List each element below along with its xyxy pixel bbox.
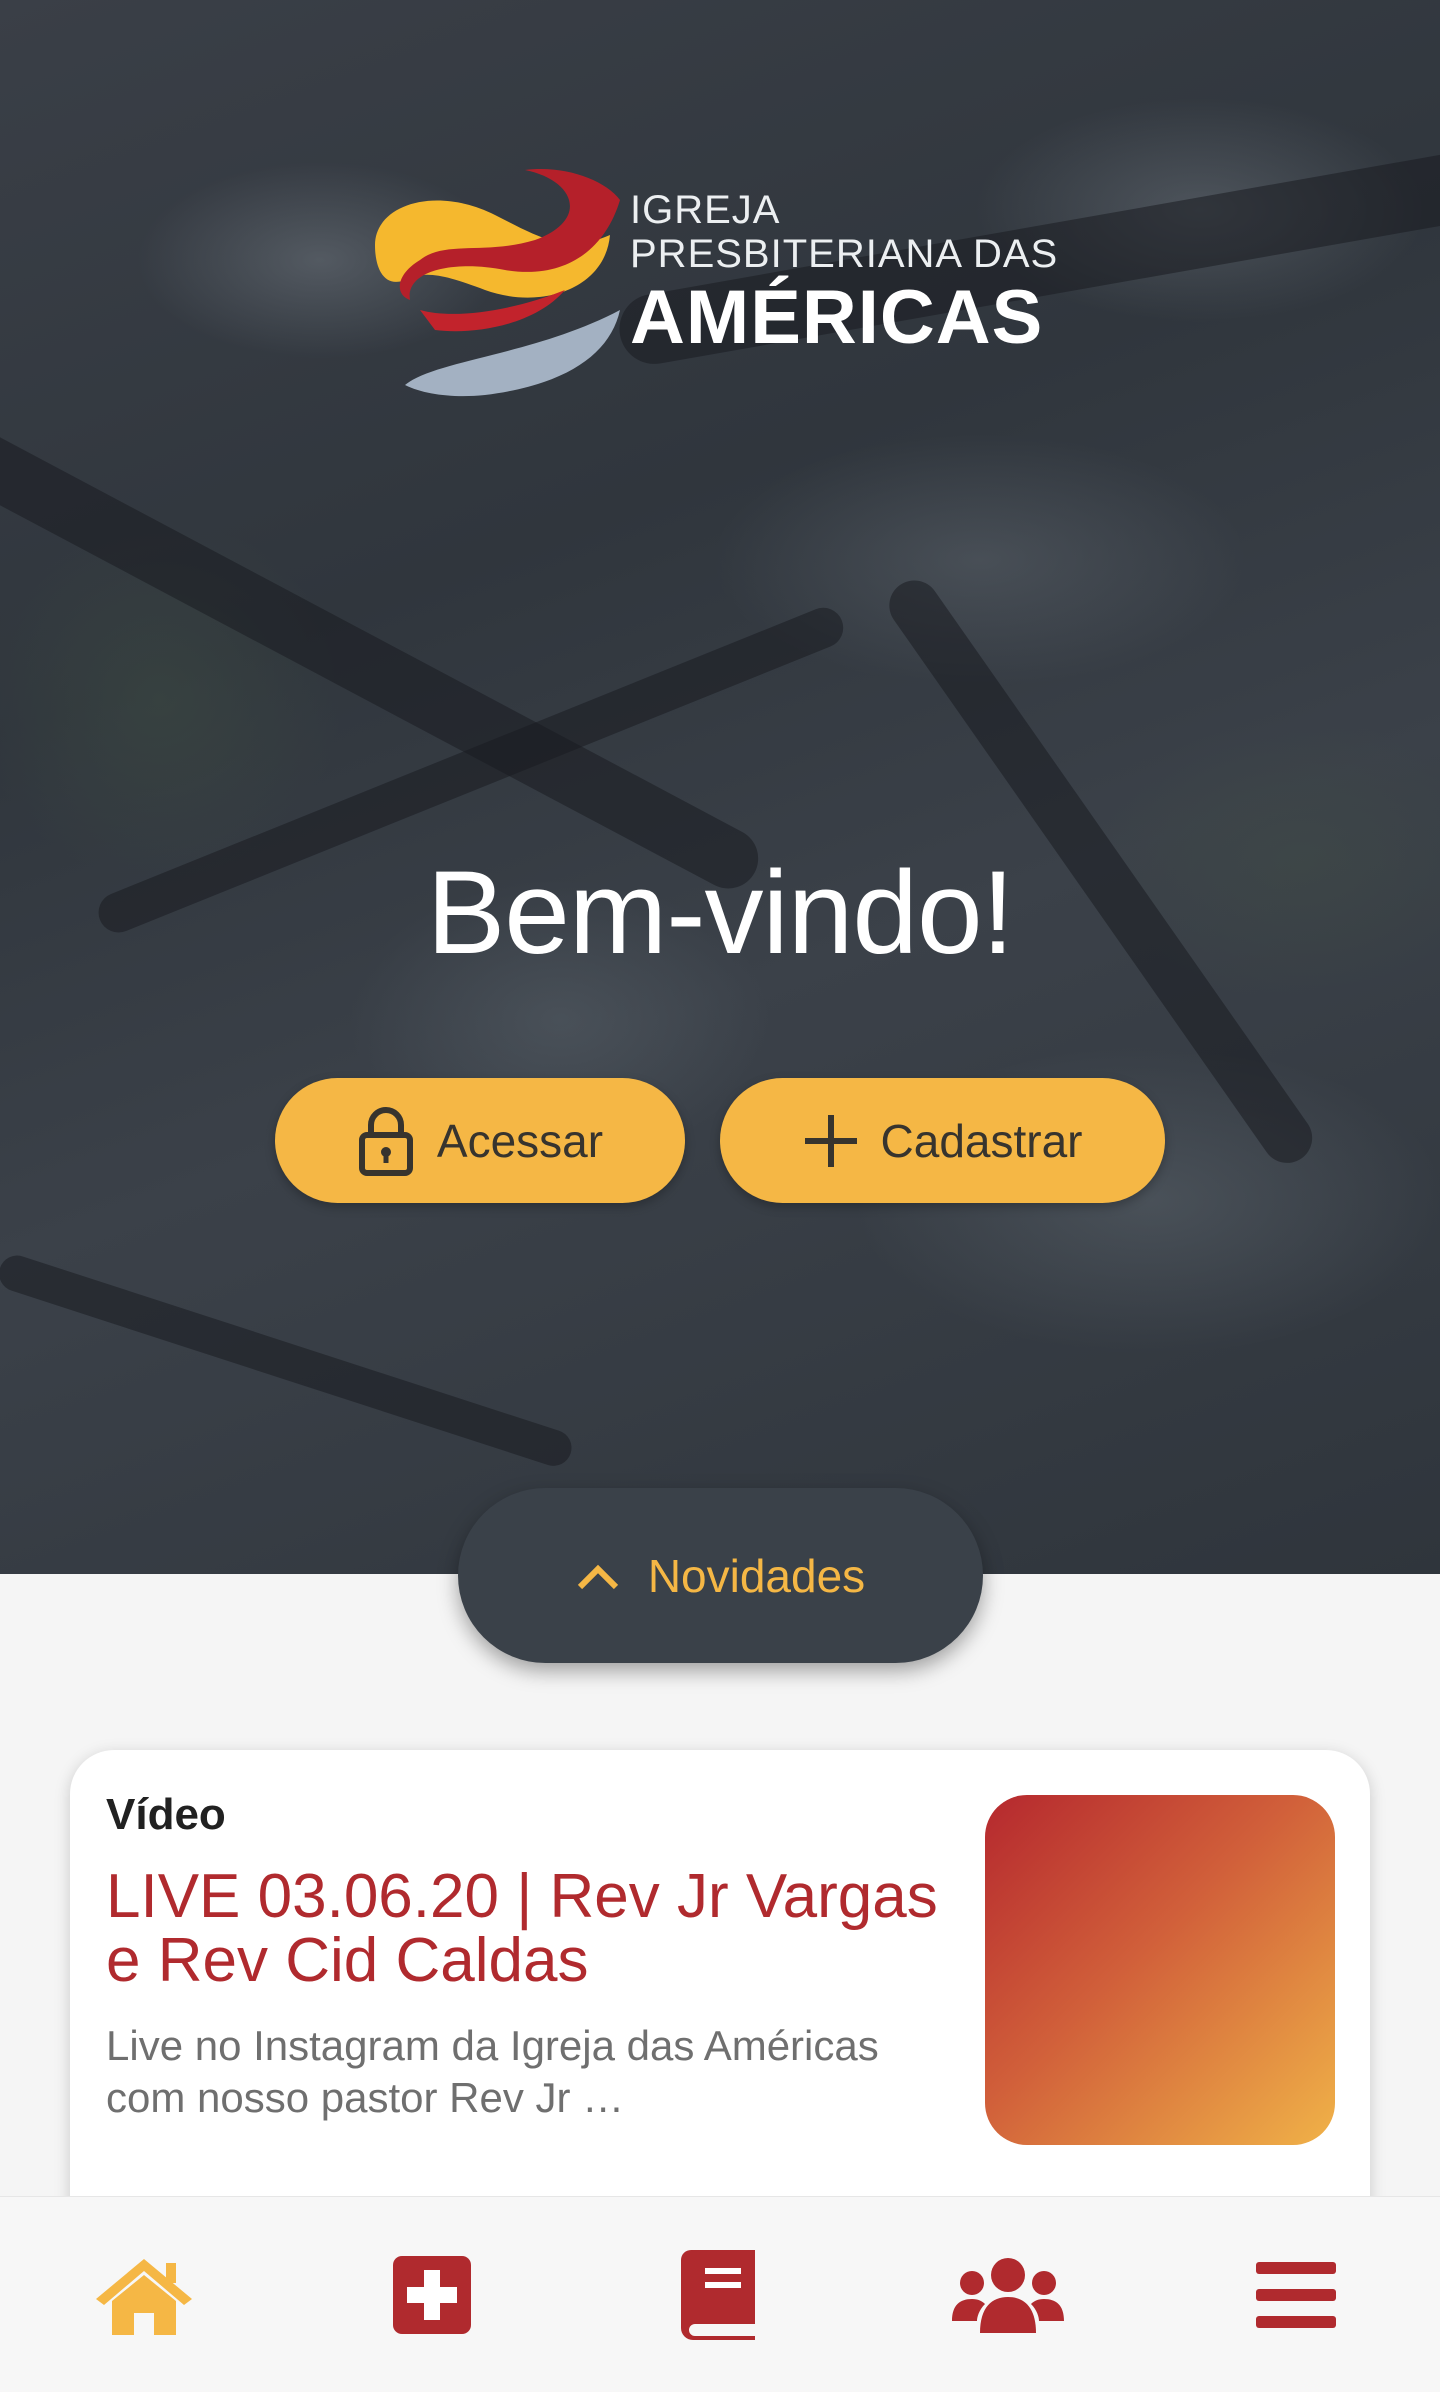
church-logo: IGREJA PRESBITERIANA DAS AMÉRICAS [365, 160, 1085, 400]
background-branch [0, 423, 769, 900]
home-icon [96, 2258, 192, 2335]
menu-icon [1256, 2261, 1336, 2328]
access-button-label: Acessar [436, 1114, 604, 1167]
users-group-icon [952, 2257, 1064, 2333]
access-button[interactable]: Acessar [275, 1078, 685, 1203]
nav-medical[interactable] [332, 2225, 532, 2365]
nav-home[interactable] [44, 2225, 244, 2365]
welcome-heading: Bem-vindo! [426, 847, 1015, 979]
card-thumbnail [985, 1795, 1335, 2145]
logo-line-1: IGREJA [630, 188, 781, 232]
nav-bible[interactable] [620, 2225, 820, 2365]
news-toggle-label: Novidades [647, 1549, 866, 1602]
nav-groups[interactable] [908, 2225, 1108, 2365]
card-description: Live no Instagram da Igreja das Américas… [106, 2022, 879, 2121]
logo-line-3: AMÉRICAS [630, 275, 1044, 360]
logo-mark-icon [375, 169, 620, 397]
app-screen: IGREJA PRESBITERIANA DAS AMÉRICAS Bem-vi… [0, 0, 1440, 2392]
signup-button[interactable]: Cadastrar [720, 1078, 1165, 1203]
news-toggle-button[interactable]: Novidades [458, 1488, 983, 1663]
chevron-up-icon [576, 1561, 620, 1591]
nav-menu[interactable] [1196, 2225, 1396, 2365]
plus-icon [803, 1113, 859, 1169]
bottom-navigation [0, 2196, 1440, 2392]
background-branch [0, 1250, 577, 1471]
medical-cross-icon [393, 2255, 471, 2334]
lock-icon [357, 1105, 415, 1177]
card-title: LIVE 03.06.20 | Rev Jr Vargas e Rev Cid … [106, 1862, 938, 1995]
logo-wordmark: IGREJA PRESBITERIANA DAS AMÉRICAS [630, 188, 1058, 360]
card-type-label: Vídeo [106, 1790, 226, 1839]
signup-button-label: Cadastrar [880, 1114, 1083, 1167]
hero-section: IGREJA PRESBITERIANA DAS AMÉRICAS Bem-vi… [0, 0, 1440, 1574]
bible-book-icon [681, 2249, 755, 2340]
logo-line-2: PRESBITERIANA DAS [630, 232, 1059, 276]
